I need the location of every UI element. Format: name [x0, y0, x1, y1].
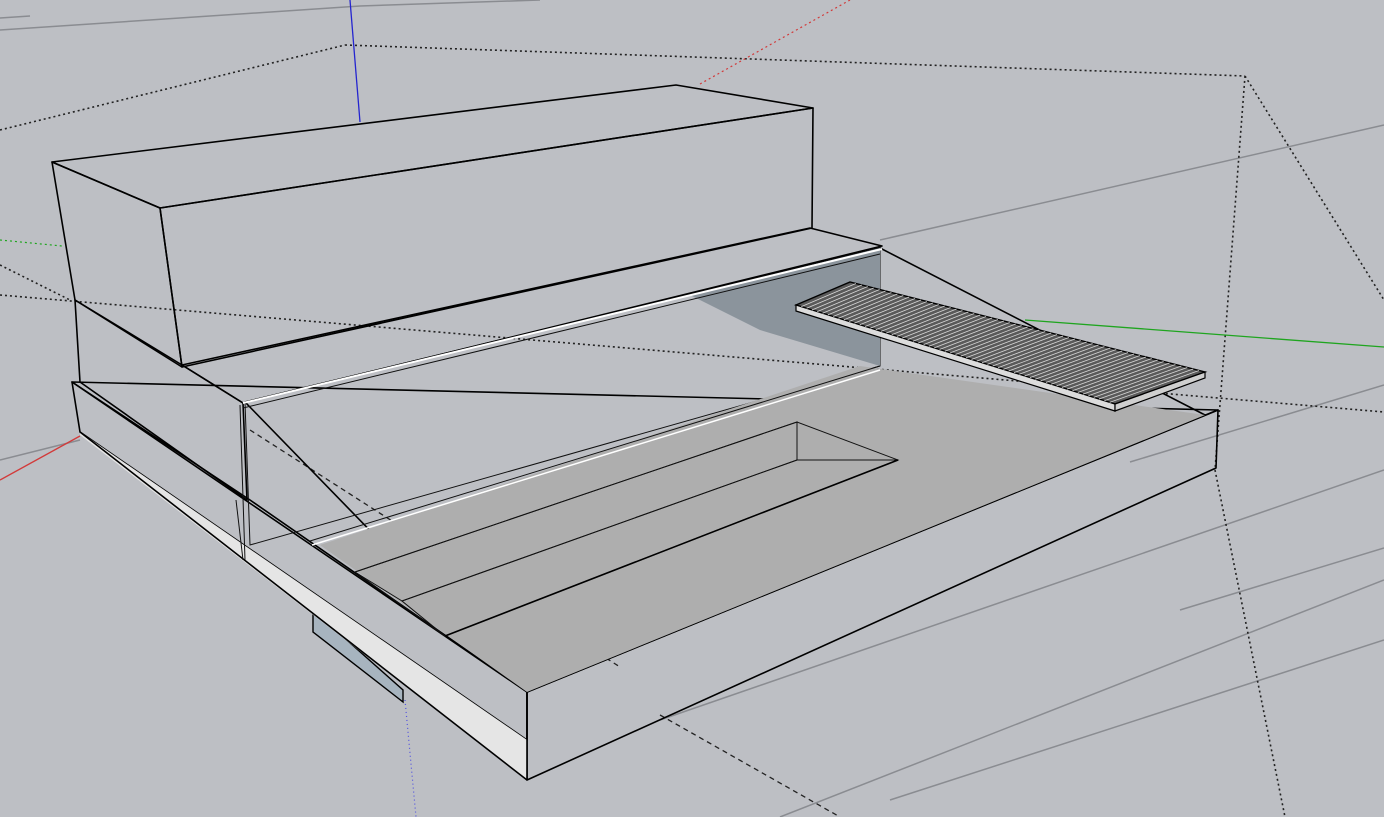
top-block-front-face	[159, 107, 814, 368]
blue-axis-icon	[349, 0, 361, 123]
building-model[interactable]	[51, 84, 1219, 781]
green-axis-dotted	[0, 239, 63, 247]
red-axis-icon	[0, 435, 81, 481]
red-axis-dotted	[699, 0, 851, 85]
terrace-left-face	[74, 299, 248, 501]
blue-axis-dotted	[404, 699, 417, 817]
model-viewport[interactable]	[0, 0, 1384, 817]
top-block-top	[51, 84, 814, 209]
top-block-left-face	[51, 161, 183, 368]
floor-right-plane	[320, 366, 1205, 692]
